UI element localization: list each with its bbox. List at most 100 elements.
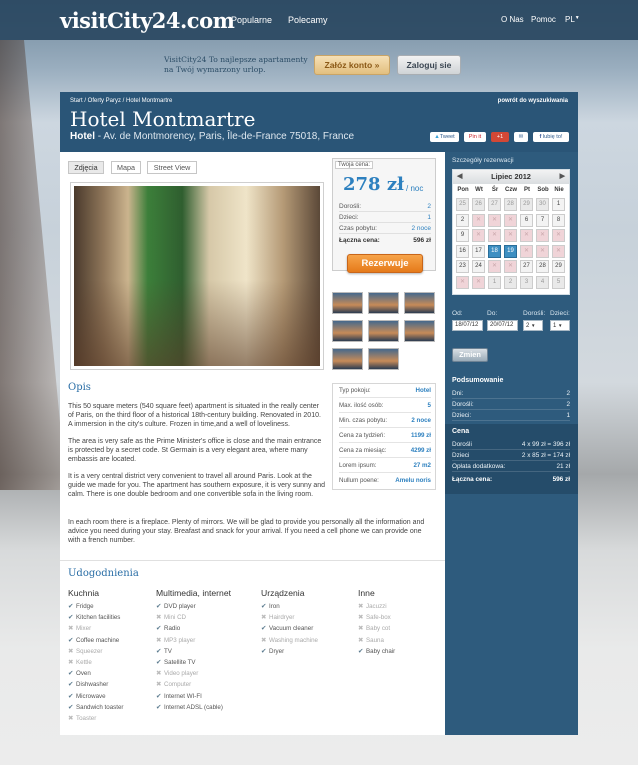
calendar-day[interactable]: 27 — [520, 260, 533, 273]
amenity-item: ✔ DVD player — [156, 601, 196, 612]
tab-map[interactable]: Mapa — [111, 161, 141, 174]
nav-about[interactable]: O Nas — [501, 15, 524, 24]
pinit-button[interactable]: Pin it — [464, 132, 486, 142]
amenity-item: ✔ Iron — [261, 601, 280, 612]
amenity-item: ✖ Jacuzzi — [358, 601, 387, 612]
tab-photos[interactable]: Zdjęcia — [68, 161, 104, 174]
from-date-field[interactable]: 18/07/12 — [452, 320, 483, 331]
calendar-day[interactable]: 26 — [472, 198, 485, 211]
site-logo[interactable]: visitCity24.com — [60, 8, 235, 33]
photo-thumbnail[interactable] — [332, 348, 363, 370]
calendar-day[interactable]: 25 — [456, 198, 469, 211]
calendar-day[interactable]: 6 — [520, 213, 533, 227]
calendar-day[interactable]: 7 — [536, 213, 549, 227]
main-photo[interactable] — [70, 182, 324, 370]
calendar-day[interactable]: 18 — [488, 244, 501, 258]
kids-value: 1 — [553, 323, 557, 329]
login-button[interactable]: Zaloguj sie — [397, 55, 461, 75]
kids-select[interactable]: 1 ▼ — [550, 320, 570, 331]
photo-thumbnail[interactable] — [404, 320, 435, 342]
email-share-button[interactable]: ✉ — [514, 132, 528, 142]
check-icon: ✔ — [68, 703, 74, 711]
hotel-header: Start / Oferty Paryz / Hotel Montmartre … — [60, 92, 578, 152]
calendar-day[interactable]: 8 — [552, 213, 565, 227]
calendar-day[interactable]: 28 — [504, 198, 517, 211]
info-value: 27 m2 — [413, 462, 431, 469]
row-label: Łączna cena: — [452, 476, 493, 483]
calendar-day[interactable]: 1 — [488, 275, 501, 289]
photo-thumbnail[interactable] — [368, 292, 399, 314]
cross-icon: ✖ — [156, 670, 162, 678]
facebook-icon: f — [539, 134, 542, 140]
calendar-day[interactable]: 1 — [552, 198, 565, 211]
row-label: Dni: — [452, 390, 464, 397]
amenity-item: ✖ Washing machine — [261, 635, 318, 646]
calendar-day-unavailable: ✕ — [520, 244, 533, 258]
calendar-day[interactable]: 29 — [552, 260, 565, 273]
description-text-wide: In each room there is a fireplace. Plent… — [68, 518, 434, 553]
calendar-day[interactable]: 29 — [520, 198, 533, 211]
calendar-day[interactable]: 17 — [472, 244, 485, 258]
info-row: Max. ilość osób: 5 — [339, 399, 431, 413]
photo-thumbnail[interactable] — [368, 320, 399, 342]
calendar[interactable]: ◀ Lipiec 2012 ▶ Pon Wt Śr Czw Pt Sob Nie 25 26 27… — [452, 169, 570, 295]
cross-icon: ✖ — [68, 625, 74, 633]
calendar-day[interactable]: 3 — [520, 275, 533, 289]
calendar-day[interactable]: 24 — [472, 260, 485, 273]
photo-thumbnail[interactable] — [404, 292, 435, 314]
cross-icon: ✖ — [156, 681, 162, 689]
calendar-day[interactable]: 23 — [456, 260, 469, 273]
prev-month-icon[interactable]: ◀ — [457, 170, 462, 184]
calendar-day[interactable]: 2 — [504, 275, 517, 289]
gplus-label: +1 — [496, 134, 504, 140]
adults-select[interactable]: 2 ▼ — [523, 320, 543, 331]
calendar-day[interactable]: 27 — [488, 198, 501, 211]
photo-thumbnail[interactable] — [332, 320, 363, 342]
calendar-day-unavailable: ✕ — [536, 244, 549, 258]
amenity-item: ✔ Microwave — [68, 691, 106, 702]
language-select[interactable]: PL▼ — [565, 15, 580, 24]
hotel-type: Hotel — [70, 131, 95, 142]
google-plus-button[interactable]: +1 — [491, 132, 509, 142]
info-label: Nullum poene: — [339, 477, 379, 484]
amenity-label: Kitchen facilities — [76, 614, 121, 622]
calendar-day[interactable]: 9 — [456, 229, 469, 242]
to-date-field[interactable]: 20/07/12 — [487, 320, 518, 331]
facebook-like-button[interactable]: f lubię to! — [533, 132, 569, 142]
next-month-icon[interactable]: ▶ — [560, 170, 565, 184]
cross-icon: ✖ — [358, 625, 364, 633]
photo-thumbnail[interactable] — [368, 348, 399, 370]
calendar-day[interactable]: 19 — [504, 244, 517, 258]
amenity-label: Fridge — [76, 603, 94, 610]
adults-label: Dorośli: — [523, 310, 546, 317]
amenity-label: Hairdryer — [269, 614, 295, 622]
tweet-button[interactable]: ▲Tweet — [430, 132, 459, 142]
amenity-label: TV — [164, 647, 172, 655]
calendar-day[interactable]: 30 — [536, 198, 549, 211]
nav-featured[interactable]: Polecamy — [288, 15, 328, 25]
nav-help[interactable]: Pomoc — [531, 15, 556, 24]
calendar-day[interactable]: 2 — [456, 213, 469, 227]
register-button[interactable]: Załóz konto » — [314, 55, 390, 75]
description-paragraph: It is a very central district very conve… — [68, 473, 326, 498]
calendar-day[interactable]: 5 — [552, 275, 565, 289]
amenity-label: MP3 player — [164, 636, 196, 644]
photo-thumbnail[interactable] — [332, 292, 363, 314]
nav-popular[interactable]: Popularne — [231, 15, 272, 25]
check-icon: ✔ — [68, 670, 74, 678]
check-icon: ✔ — [156, 603, 162, 610]
row-value: 4 x 99 zł = 396 zł — [521, 441, 570, 448]
price-row-total: Łączna cena: 596 zł — [339, 237, 431, 246]
breakdown-row: Dzieci 2 x 85 zł = 174 zł — [452, 450, 570, 461]
check-icon: ✔ — [358, 647, 364, 655]
tab-street-view[interactable]: Street View — [147, 161, 197, 174]
calendar-day[interactable]: 4 — [536, 275, 549, 289]
book-button[interactable]: Rezerwuje — [347, 254, 423, 273]
change-button[interactable]: Zmien — [452, 348, 488, 362]
calendar-day-unavailable: ✕ — [488, 213, 501, 227]
calendar-day[interactable]: 28 — [536, 260, 549, 273]
back-to-search-link[interactable]: powrót do wyszukiwania — [498, 98, 568, 104]
amenity-label: Mini CD — [164, 614, 187, 622]
breadcrumb[interactable]: Start / Oferty Paryz / Hotel Montmartre — [70, 98, 172, 104]
calendar-day[interactable]: 16 — [456, 244, 469, 258]
